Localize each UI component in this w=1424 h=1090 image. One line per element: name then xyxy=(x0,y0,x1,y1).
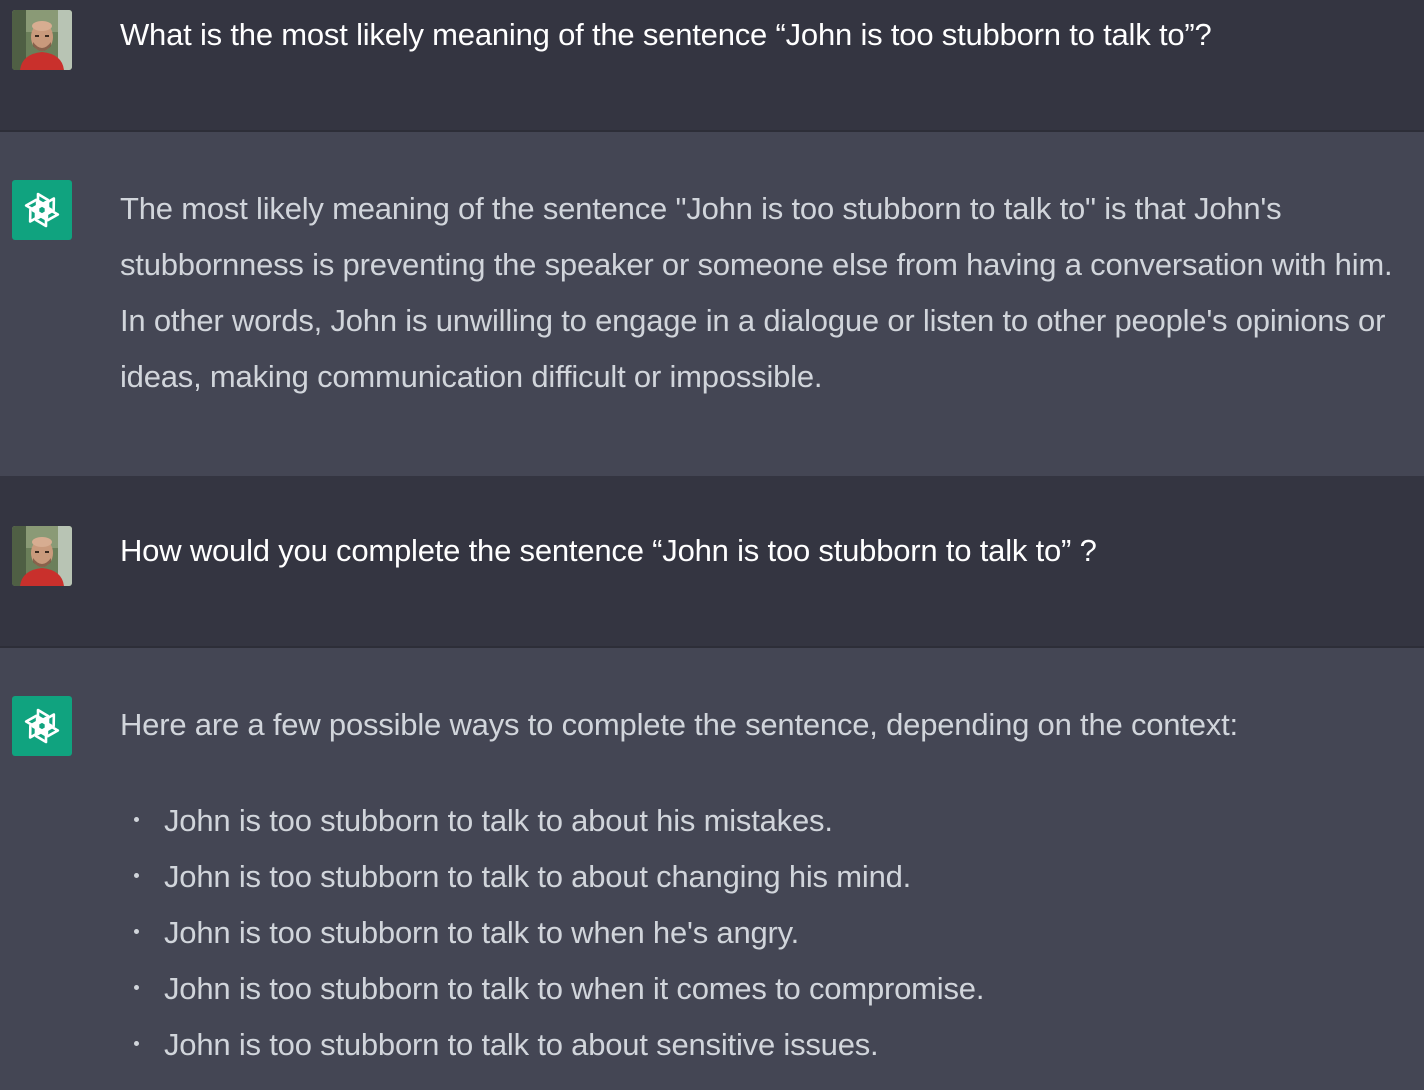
list-item-text: John is too stubborn to talk to about hi… xyxy=(164,803,833,838)
list-item: John is too stubborn to talk to about ch… xyxy=(120,849,1414,905)
list-item: John is too stubborn to talk to when it … xyxy=(120,961,1414,1017)
bullet-icon xyxy=(134,873,139,878)
list-item: John is too stubborn to talk to when he'… xyxy=(120,905,1414,961)
assistant-intro-text: Here are a few possible ways to complete… xyxy=(120,707,1238,742)
user-avatar xyxy=(12,10,72,70)
bullet-icon xyxy=(134,985,139,990)
bullet-icon xyxy=(134,929,139,934)
assistant-message-text: The most likely meaning of the sentence … xyxy=(120,191,1393,394)
user-photo-avatar-icon xyxy=(12,526,72,586)
user-message-text: How would you complete the sentence “Joh… xyxy=(120,533,1097,568)
user-message-text: What is the most likely meaning of the s… xyxy=(120,17,1212,52)
assistant-avatar xyxy=(12,696,72,756)
assistant-turn-2: Here are a few possible ways to complete… xyxy=(0,648,1424,1090)
list-item-text: John is too stubborn to talk to about se… xyxy=(164,1027,879,1062)
user-avatar xyxy=(12,526,72,586)
user-turn-2: How would you complete the sentence “Joh… xyxy=(0,476,1424,646)
assistant-avatar xyxy=(12,180,72,240)
bullet-icon xyxy=(134,1041,139,1046)
list-item: John is too stubborn to talk to about hi… xyxy=(120,793,1414,849)
assistant-turn-1: The most likely meaning of the sentence … xyxy=(0,132,1424,476)
openai-logo-icon xyxy=(24,192,60,228)
list-item-text: John is too stubborn to talk to about ch… xyxy=(164,859,912,894)
user-turn-1: What is the most likely meaning of the s… xyxy=(0,0,1424,130)
completion-options-list: John is too stubborn to talk to about hi… xyxy=(120,793,1414,1073)
list-item: John is too stubborn to talk to about se… xyxy=(120,1017,1414,1073)
openai-logo-icon xyxy=(24,708,60,744)
bullet-icon xyxy=(134,817,139,822)
list-item-text: John is too stubborn to talk to when he'… xyxy=(164,915,800,950)
user-photo-avatar-icon xyxy=(12,10,72,70)
list-item-text: John is too stubborn to talk to when it … xyxy=(164,971,985,1006)
